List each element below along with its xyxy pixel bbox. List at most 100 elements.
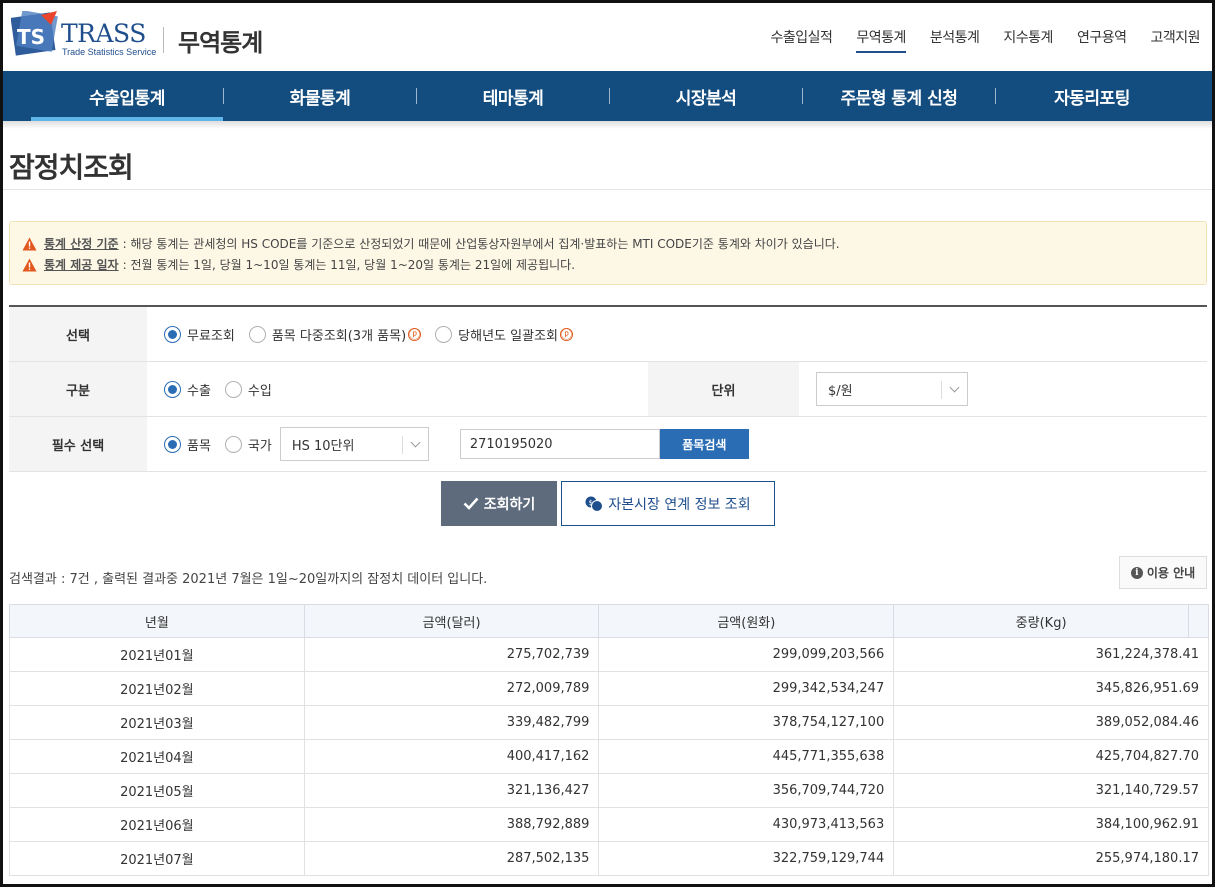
table-row: 2021년01월 275,702,739 299,099,203,566 361,22…: [9, 637, 1209, 672]
cell-amount-usd: 400,417,162: [303, 739, 600, 774]
radio-dot[interactable]: [248, 325, 266, 343]
cell-weight-kg: 255,974,180.17: [893, 841, 1209, 876]
cell-weight-kg: 345,826,951.69: [893, 671, 1209, 706]
gnb-item-support[interactable]: 고객지원: [1150, 27, 1200, 53]
required-options: 품목 국가 HS 10단위 2710195020 품목검색: [147, 417, 749, 471]
notice-key: 통계 제공 일자: [44, 258, 119, 272]
table-row: 2021년07월 287,502,135 322,759,129,744 255,97…: [9, 841, 1209, 876]
radio-dot[interactable]: [164, 435, 181, 453]
nav-item-auto-report[interactable]: 자동리포팅: [996, 71, 1188, 121]
nav-shadow: [3, 121, 1212, 129]
query-button[interactable]: 조회하기: [441, 481, 557, 526]
radio-yearly-batch-query[interactable]: 당해년도 일괄조회 ⓟ: [435, 325, 573, 344]
cell-amount-krw: 356,709,744,720: [598, 773, 895, 808]
svg-text:$: $: [589, 499, 593, 507]
notice-key: 통계 산정 기준: [44, 237, 119, 251]
radio-dot[interactable]: [435, 325, 453, 343]
nav-item-export-import-stats[interactable]: 수출입통계: [31, 71, 223, 121]
cell-amount-usd: 287,502,135: [303, 841, 600, 876]
ts-logo-icon: TS: [11, 11, 58, 56]
radio-dot[interactable]: [164, 325, 181, 343]
title-divider: [3, 189, 1212, 190]
result-summary: 검색결과 : 7건 , 출력된 결과중 2021년 7월은 1일~20일까지의 …: [9, 572, 488, 587]
page-title: 잠정치조회: [9, 151, 134, 184]
gnb-item-export-import[interactable]: 수출입실적: [770, 27, 832, 53]
col-amount-usd[interactable]: 금액(달러): [303, 604, 600, 638]
chevron-down-icon: [949, 382, 960, 393]
search-form: 선택 무료조회 품목 다중조회(3개 품목) ⓟ 당해년도 일괄조회 ⓟ 구분 수출…: [9, 305, 1207, 472]
radio-export[interactable]: 수출: [164, 380, 211, 399]
radio-dot[interactable]: [164, 380, 181, 398]
cell-amount-krw: 299,099,203,566: [598, 637, 895, 672]
svg-text:TS: TS: [17, 25, 45, 49]
nav-item-cargo-stats[interactable]: 화물통계: [224, 71, 416, 121]
cell-amount-usd: 388,792,889: [303, 807, 600, 842]
table-row: 2021년05월 321,136,427 356,709,744,720 321,14…: [9, 773, 1209, 808]
radio-multi-item-query[interactable]: 품목 다중조회(3개 품목) ⓟ: [248, 325, 422, 344]
info-icon: i: [1130, 566, 1143, 579]
logo-subtitle: Trade Statistics Service: [62, 47, 157, 57]
nav-item-market-analysis[interactable]: 시장분석: [610, 71, 802, 121]
cell-year-month: 2021년05월: [9, 773, 305, 808]
trass-logo[interactable]: TS TRASS Trade Statistics Service: [11, 9, 156, 59]
notice-row: 통계 산정 기준 : 해당 통계는 관세청의 HS CODE를 기준으로 산정되…: [22, 233, 1194, 254]
premium-p-icon: ⓟ: [408, 327, 422, 341]
site-title[interactable]: 무역통계: [178, 23, 263, 58]
radio-item[interactable]: 품목: [164, 435, 211, 454]
notice-text: : 해당 통계는 관세청의 HS CODE를 기준으로 산정되었기 때문에 산업…: [122, 237, 840, 251]
form-row-required: 필수 선택 품목 국가 HS 10단위 2710195020 품목검색: [9, 417, 1207, 472]
table-row: 2021년04월 400,417,162 445,771,355,638 425,70…: [9, 739, 1209, 774]
cell-amount-usd: 321,136,427: [303, 773, 600, 808]
cell-amount-krw: 445,771,355,638: [598, 739, 895, 774]
cell-amount-krw: 430,973,413,563: [598, 807, 895, 842]
cell-amount-usd: 339,482,799: [303, 705, 600, 740]
warning-icon: [22, 258, 37, 271]
premium-p-icon: ⓟ: [559, 327, 573, 341]
logo-separator: [163, 27, 164, 53]
usage-guide-button[interactable]: i 이용 안내: [1119, 556, 1207, 589]
hs-level-select[interactable]: HS 10단위: [279, 427, 429, 461]
unit-cell: $/원: [799, 362, 968, 416]
select-label: 선택: [9, 307, 147, 361]
unit-label: 단위: [648, 362, 799, 416]
col-weight-kg[interactable]: 중량(Kg): [893, 604, 1189, 638]
scroll-gutter: [1187, 604, 1210, 638]
radio-dot[interactable]: [224, 380, 242, 398]
cell-year-month: 2021년01월: [9, 637, 305, 672]
main-nav: 수출입통계 화물통계 테마통계 시장분석 주문형 통계 신청 자동리포팅: [3, 71, 1212, 121]
table-row: 2021년02월 272,009,789 299,342,534,247 345,82…: [9, 671, 1209, 706]
gnb-item-trade-stats[interactable]: 무역통계: [856, 27, 906, 53]
radio-country[interactable]: 국가: [224, 435, 272, 454]
nav-item-theme-stats[interactable]: 테마통계: [417, 71, 609, 121]
gnb-item-analysis[interactable]: 분석통계: [930, 27, 980, 53]
cell-year-month: 2021년02월: [9, 671, 305, 706]
unit-select[interactable]: $/원: [816, 372, 968, 406]
gnb-item-research[interactable]: 연구용역: [1077, 27, 1127, 53]
select-options: 무료조회 품목 다중조회(3개 품목) ⓟ 당해년도 일괄조회 ⓟ: [147, 307, 587, 361]
gnb-item-index[interactable]: 지수통계: [1003, 27, 1053, 53]
required-label: 필수 선택: [9, 417, 147, 471]
col-year-month[interactable]: 년월: [9, 604, 305, 638]
radio-free-query[interactable]: 무료조회: [164, 325, 235, 344]
item-search-button[interactable]: 품목검색: [659, 429, 749, 459]
cell-amount-usd: 272,009,789: [303, 671, 600, 706]
cell-amount-krw: 378,754,127,100: [598, 705, 895, 740]
cell-year-month: 2021년07월: [9, 841, 305, 876]
notice-text: : 전월 통계는 1일, 당월 1~10일 통계는 11일, 당월 1~20일 …: [122, 258, 576, 272]
cell-amount-krw: 299,342,534,247: [598, 671, 895, 706]
action-buttons: 조회하기 $ 자본시장 연계 정보 조회: [441, 481, 775, 526]
notice-row: 통계 제공 일자 : 전월 통계는 1일, 당월 1~10일 통계는 11일, …: [22, 254, 1194, 275]
radio-import[interactable]: 수입: [224, 380, 272, 399]
type-options: 수출 수입: [147, 362, 648, 416]
table-header-row: 년월 금액(달러) 금액(원화) 중량(Kg): [9, 604, 1210, 638]
type-label: 구분: [9, 362, 147, 416]
cell-weight-kg: 389,052,084.46: [893, 705, 1209, 740]
cell-weight-kg: 361,224,378.41: [893, 637, 1209, 672]
cell-year-month: 2021년04월: [9, 739, 305, 774]
radio-dot[interactable]: [224, 435, 242, 453]
col-amount-krw[interactable]: 금액(원화): [598, 604, 895, 638]
nav-item-custom-stats[interactable]: 주문형 통계 신청: [803, 71, 995, 121]
capital-market-query-button[interactable]: $ 자본시장 연계 정보 조회: [561, 481, 775, 526]
cell-amount-krw: 322,759,129,744: [598, 841, 895, 876]
hs-code-input[interactable]: 2710195020: [459, 429, 660, 459]
